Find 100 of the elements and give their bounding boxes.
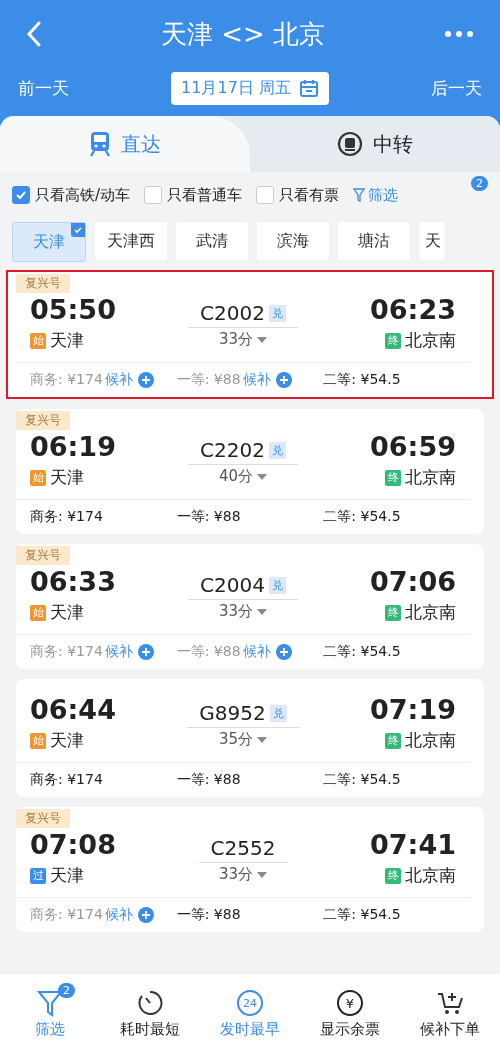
arrive-time: 07:41 (370, 828, 456, 862)
waitlist-link[interactable]: 候补 (104, 906, 133, 924)
station-name: 北京南 (405, 864, 456, 887)
timer-icon (137, 990, 163, 1016)
depart-time: 06:19 (30, 430, 116, 464)
train-card[interactable]: 06:44 始 天津 G8952 兑 35分 07:19 终 北京南 商务: ¥174 一等: ¥88 二等: ¥54.5 (16, 679, 484, 797)
duration: 33分 (218, 865, 254, 884)
seat-price: 一等: ¥88 (176, 508, 241, 526)
filter-checkbox[interactable]: 只看普通车 (144, 185, 243, 205)
exchange-tag: 兑 (269, 704, 287, 722)
station-tag: 终 (385, 604, 401, 621)
date-picker[interactable]: 11月17日 周五 (171, 71, 329, 105)
train-card[interactable]: 复兴号 06:19 始 天津 C2202 兑 40分 06:59 终 北京南 商务: ¥174 一等: ¥88 二等: ¥54.5 (16, 409, 484, 534)
seat-price: 二等: ¥54.5 (323, 508, 401, 526)
add-icon[interactable] (137, 907, 154, 923)
train-card[interactable]: 复兴号 06:33 始 天津 C2004 兑 33分 07:06 终 北京南 商务: ¥174 候补 一等: ¥88 候补 二等: ¥54.5 (16, 544, 484, 669)
add-icon[interactable] (137, 644, 154, 660)
add-icon[interactable] (275, 372, 292, 388)
bottom-tab[interactable]: 2 筛选 (0, 981, 100, 1039)
filter-checkbox[interactable]: 只看高铁/动车 (12, 185, 131, 205)
station-tag: 终 (385, 469, 401, 486)
cart-icon (436, 990, 464, 1016)
seat-price: 二等: ¥54.5 (323, 771, 401, 789)
station-name: 北京南 (405, 329, 456, 352)
arrive-time: 06:59 (370, 430, 456, 464)
train-number: C2002 (200, 301, 265, 325)
seat-price: 二等: ¥54.5 (323, 371, 401, 389)
seat-price: 商务: ¥174 (30, 371, 103, 389)
train-number: C2202 (200, 438, 265, 462)
seat-price: 一等: ¥88 (176, 643, 241, 661)
station-tag: 终 (385, 732, 401, 749)
back-icon[interactable] (26, 21, 42, 47)
station-name: 天津 (50, 466, 84, 489)
waitlist-link[interactable]: 候补 (104, 643, 133, 661)
bottom-tab[interactable]: 耗时最短 (100, 981, 200, 1039)
station-chip[interactable]: 天津西 (95, 222, 167, 260)
bottom-tab[interactable]: 24 发时最早 (200, 981, 300, 1039)
station-name: 北京南 (405, 729, 456, 752)
seat-price: 商务: ¥174 (30, 906, 103, 924)
waitlist-link[interactable]: 候补 (242, 643, 271, 661)
add-icon[interactable] (137, 372, 154, 388)
station-name: 天津 (50, 864, 84, 887)
duration: 40分 (218, 467, 254, 486)
station-tag: 始 (30, 732, 46, 749)
station-name: 天津 (50, 601, 84, 624)
train-card[interactable]: 复兴号 05:50 始 天津 C2002 兑 33分 06:23 终 北京南 商务: ¥174 候补 一等: ¥88 候补 二等: ¥54.5 (6, 270, 494, 399)
clock-icon: 24 (237, 990, 263, 1016)
add-icon[interactable] (275, 644, 292, 660)
seat-price: 商务: ¥174 (30, 643, 103, 661)
seat-price: 商务: ¥174 (30, 508, 103, 526)
exchange-tag: 兑 (268, 441, 286, 459)
station-name: 天津 (50, 729, 84, 752)
bottom-tab[interactable]: ¥ 显示余票 (300, 981, 400, 1039)
dropdown-icon[interactable] (257, 608, 268, 615)
seat-price: 一等: ¥88 (176, 906, 241, 924)
dropdown-icon[interactable] (257, 336, 268, 343)
depart-time: 06:44 (30, 693, 116, 727)
dropdown-icon[interactable] (257, 473, 268, 480)
station-tag: 始 (30, 469, 46, 486)
arrive-time: 07:06 (370, 565, 456, 599)
depart-time: 06:33 (30, 565, 116, 599)
station-chip[interactable]: 天 (419, 222, 445, 260)
filter-icon (353, 188, 366, 202)
count-badge: 2 (58, 983, 75, 998)
seat-price: 二等: ¥54.5 (323, 906, 401, 924)
train-type-badge: 复兴号 (16, 274, 70, 293)
seat-price: 一等: ¥88 (176, 371, 241, 389)
train-card[interactable]: 复兴号 07:08 过 天津 C2552 33分 07:41 终 北京南 商务: ¥174 候补 一等: ¥88 二等: ¥54.5 (16, 807, 484, 932)
station-name: 北京南 (405, 466, 456, 489)
station-chip[interactable]: 武清 (176, 222, 248, 260)
filter-checkbox[interactable]: 只看有票 (256, 185, 340, 205)
exchange-tag: 兑 (268, 576, 286, 594)
seat-price: 二等: ¥54.5 (323, 643, 401, 661)
bottom-tab[interactable]: 候补下单 (400, 981, 500, 1039)
depart-time: 07:08 (30, 828, 116, 862)
route-title: 天津 <> 北京 (160, 17, 326, 51)
station-name: 北京南 (405, 601, 456, 624)
dropdown-icon[interactable] (257, 736, 268, 743)
dropdown-icon[interactable] (257, 871, 268, 878)
station-tag: 始 (30, 604, 46, 621)
station-tag: 终 (385, 867, 401, 884)
more-icon[interactable] (444, 30, 474, 38)
depart-time: 05:50 (30, 293, 116, 327)
train-number: G8952 (199, 701, 266, 725)
train-type-badge: 复兴号 (16, 411, 70, 430)
train-number: C2552 (210, 836, 276, 860)
train-circle-icon (337, 131, 363, 157)
count-badge: 2 (471, 176, 488, 191)
duration: 33分 (218, 330, 254, 349)
waitlist-link[interactable]: 候补 (242, 371, 271, 389)
station-name: 天津 (50, 329, 84, 352)
exchange-tag: 兑 (268, 304, 286, 322)
station-chip[interactable]: 塘沽 (338, 222, 410, 260)
station-chip[interactable]: 滨海 (257, 222, 329, 260)
seat-price: 商务: ¥174 (30, 771, 103, 789)
waitlist-link[interactable]: 候补 (104, 371, 133, 389)
check-icon (71, 223, 85, 237)
train-type-badge: 复兴号 (16, 546, 70, 565)
duration: 33分 (218, 602, 254, 621)
tab[interactable]: 中转 (250, 116, 500, 172)
